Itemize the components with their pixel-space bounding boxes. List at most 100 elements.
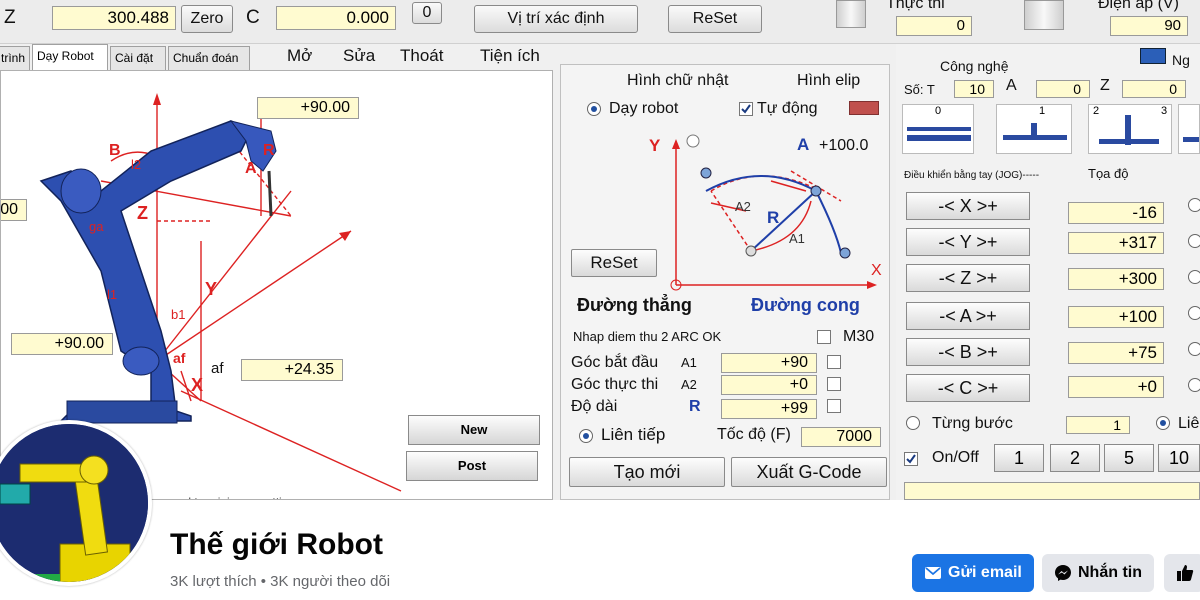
r-label: R — [689, 398, 701, 415]
jog-z-radio[interactable] — [1188, 270, 1200, 284]
xuat-gcode-button[interactable]: Xuất G-Code — [731, 457, 887, 487]
label-a2: A2 — [735, 199, 751, 214]
left-cut-field[interactable]: 00 — [1, 199, 27, 221]
a1-checkbox[interactable] — [827, 355, 841, 369]
axis-label-z: Z — [4, 7, 16, 28]
footer-note: mped to minimum setting — [161, 492, 295, 499]
weld-type-1[interactable]: 1 — [996, 104, 1072, 154]
like-button[interactable] — [1164, 554, 1200, 592]
jog-a-button[interactable]: -< A >+ — [906, 302, 1030, 330]
cong-nghe-label: Công nghệ — [940, 58, 1009, 74]
small-value-button[interactable]: 0 — [412, 2, 442, 24]
jog-panel: Công nghệ Ng Số: T 10 A 0 Z 0 0 1 2 3 Đi… — [896, 44, 1200, 500]
post-button[interactable]: Post — [406, 451, 538, 481]
jog-c-button[interactable]: -< C >+ — [906, 374, 1030, 402]
step-1-button[interactable]: 1 — [994, 444, 1044, 472]
jog-x-button[interactable]: -< X >+ — [906, 192, 1030, 220]
a1-value-field[interactable]: +90 — [721, 353, 817, 373]
thucthi-label: Thực thi — [886, 0, 945, 12]
angle-top-field[interactable]: +90.00 — [257, 97, 359, 119]
duong-thang-label[interactable]: Đường thẳng — [577, 295, 692, 315]
onoff-label: On/Off — [932, 449, 979, 466]
label-b1: b1 — [171, 307, 185, 322]
zero-button[interactable]: Zero — [181, 5, 233, 33]
tu-dong-checkbox[interactable] — [739, 102, 753, 116]
tung-buoc-field[interactable]: 1 — [1066, 416, 1130, 434]
thucthi-value: 0 — [896, 16, 972, 36]
toc-do-field[interactable]: 7000 — [801, 427, 881, 447]
af-label: af — [211, 360, 224, 377]
page-title[interactable]: Thế giới Robot — [170, 528, 383, 562]
jog-b-radio[interactable] — [1188, 342, 1200, 356]
arc-panel: Hình chữ nhật Hình elip Dạy robot Tự độn… — [560, 64, 890, 500]
new-button[interactable]: New — [408, 415, 540, 445]
a-label: A — [1006, 77, 1017, 94]
message-button[interactable]: Nhắn tin — [1042, 554, 1154, 592]
step-10-button[interactable]: 10 — [1158, 444, 1200, 472]
t-value-field[interactable]: 10 — [954, 80, 994, 98]
status-field — [904, 482, 1200, 500]
send-email-button[interactable]: Gửi email — [912, 554, 1034, 592]
tab-chuan-doan[interactable]: Chuẩn đoán — [168, 46, 250, 70]
tab-trinh[interactable]: trình — [0, 46, 30, 70]
weld-type-0[interactable]: 0 — [902, 104, 974, 154]
dienap-label: Điện áp (V) — [1098, 0, 1179, 12]
weld-type-2[interactable]: 2 3 — [1088, 104, 1172, 154]
hinh-elip-label[interactable]: Hình elip — [797, 71, 860, 91]
lien-tiep-radio[interactable] — [579, 429, 593, 443]
a2-value-field[interactable]: +0 — [721, 375, 817, 395]
jog-a-radio[interactable] — [1188, 306, 1200, 320]
reset-arc-button[interactable]: ReSet — [571, 249, 657, 277]
jog-z-button[interactable]: -< Z >+ — [906, 264, 1030, 292]
tao-moi-button[interactable]: Tạo mới — [569, 457, 725, 487]
m30-checkbox[interactable] — [817, 330, 831, 344]
c-value-field[interactable]: 0.000 — [276, 6, 396, 30]
slider-handle[interactable] — [836, 0, 866, 28]
menu-sua[interactable]: Sửa — [343, 44, 375, 68]
tung-buoc-radio[interactable] — [906, 416, 920, 430]
z-value-field[interactable]: 0 — [1122, 80, 1186, 98]
step-5-button[interactable]: 5 — [1104, 444, 1154, 472]
jog-y-button[interactable]: -< Y >+ — [906, 228, 1030, 256]
hinh-chu-nhat-label[interactable]: Hình chữ nhật — [627, 71, 728, 91]
day-robot-radio[interactable] — [587, 102, 601, 116]
slider-handle-2[interactable] — [1024, 0, 1064, 30]
a-value-label: +100.0 — [819, 137, 868, 154]
lien-radio[interactable] — [1156, 416, 1170, 430]
tu-dong-label: Tự động — [757, 100, 818, 117]
menu-tien-ich[interactable]: Tiện ích — [480, 44, 540, 68]
step-2-button[interactable]: 2 — [1050, 444, 1100, 472]
jog-c-radio[interactable] — [1188, 378, 1200, 392]
vitri-button[interactable]: Vị trí xác định — [474, 5, 638, 33]
jog-x-radio[interactable] — [1188, 198, 1200, 212]
label-y: Y — [649, 136, 661, 155]
label-y: Y — [205, 279, 217, 299]
a-value-field[interactable]: 0 — [1036, 80, 1090, 98]
r-value-field[interactable]: +99 — [721, 399, 817, 419]
label-r: R — [767, 208, 779, 227]
lien-tiep-label: Liên tiếp — [601, 425, 666, 444]
close-small-icon[interactable] — [849, 101, 879, 115]
z-value-field[interactable]: 300.488 — [52, 6, 176, 30]
menu-mo[interactable]: Mở — [287, 44, 312, 68]
angle-left-field[interactable]: +90.00 — [11, 333, 113, 355]
r-checkbox[interactable] — [827, 399, 841, 413]
af-value-field[interactable]: +24.35 — [241, 359, 343, 381]
mail-icon — [925, 567, 941, 579]
a2-checkbox[interactable] — [827, 377, 841, 391]
weld-type-extra[interactable] — [1178, 104, 1200, 154]
onoff-checkbox[interactable] — [904, 452, 918, 466]
jog-y-radio[interactable] — [1188, 234, 1200, 248]
goc-thuc-thi-label: Góc thực thi — [571, 376, 659, 393]
weld-plate-icon — [907, 135, 971, 141]
duong-cong-label[interactable]: Đường cong — [751, 295, 860, 315]
tab-day-robot[interactable]: Dạy Robot — [32, 44, 108, 70]
weld-type-1-label: 1 — [1039, 105, 1046, 117]
jog-b-button[interactable]: -< B >+ — [906, 338, 1030, 366]
menu-thoat[interactable]: Thoát — [400, 44, 443, 68]
tab-cai-dat[interactable]: Cài đặt — [110, 46, 166, 70]
reset-top-button[interactable]: ReSet — [668, 5, 762, 33]
do-dai-label: Độ dài — [571, 398, 618, 415]
coord-y: +317 — [1068, 232, 1164, 254]
messenger-icon — [1055, 565, 1071, 581]
